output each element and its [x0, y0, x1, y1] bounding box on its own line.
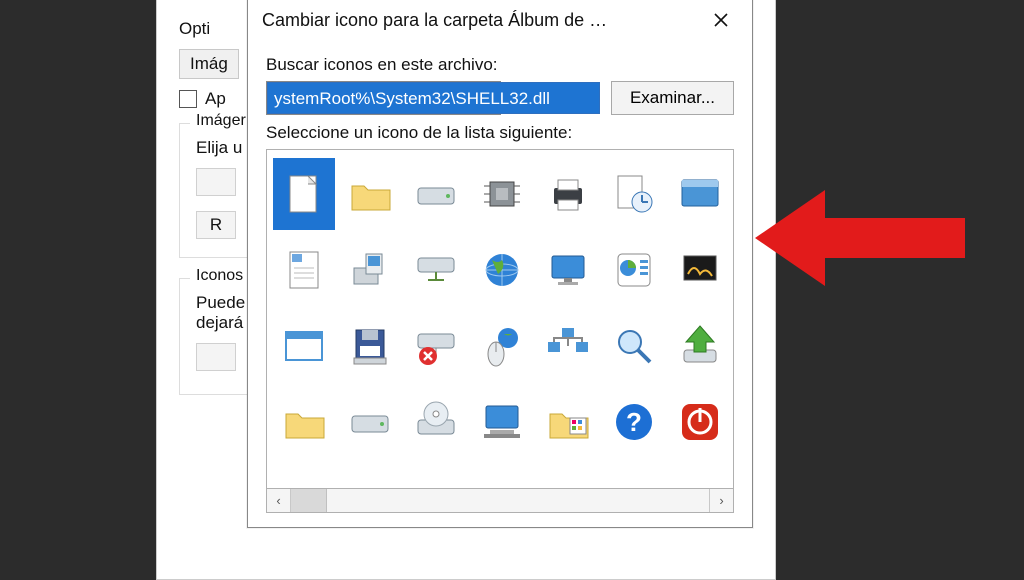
- netdrive-icon[interactable]: [405, 234, 467, 306]
- scroll-left-button[interactable]: ‹: [267, 489, 291, 512]
- floppy-icon[interactable]: [339, 310, 401, 382]
- images-dropdown[interactable]: Imág: [179, 49, 239, 79]
- computer-icon[interactable]: [471, 386, 533, 458]
- setup-icon[interactable]: [339, 234, 401, 306]
- icon-list-panel: [266, 149, 734, 489]
- power-icon[interactable]: [669, 386, 731, 458]
- scroll-right-button[interactable]: ›: [709, 489, 733, 512]
- netdrive-x-icon[interactable]: [405, 310, 467, 382]
- folder2-icon[interactable]: [273, 386, 335, 458]
- window-icon[interactable]: [669, 158, 731, 230]
- network-icon[interactable]: [537, 310, 599, 382]
- restore-button[interactable]: R: [196, 211, 236, 239]
- apply-checkbox[interactable]: [179, 90, 197, 108]
- search-file-label: Buscar iconos en este archivo:: [266, 55, 734, 75]
- search-icon[interactable]: [603, 310, 665, 382]
- optimize-label: Opti: [179, 19, 210, 39]
- document-icon[interactable]: [273, 234, 335, 306]
- folder-apps-icon[interactable]: [537, 386, 599, 458]
- ghost-button-1[interactable]: [196, 168, 236, 196]
- close-button[interactable]: [698, 5, 744, 35]
- screensaver-icon[interactable]: [669, 234, 731, 306]
- chart-icon[interactable]: [603, 234, 665, 306]
- browse-button[interactable]: Examinar...: [611, 81, 734, 115]
- recent-file-icon[interactable]: [603, 158, 665, 230]
- images-section-title: Imáger: [190, 112, 252, 130]
- annotation-arrow-icon: [755, 178, 965, 298]
- icons-section-title: Iconos: [190, 267, 249, 285]
- help-icon[interactable]: [603, 386, 665, 458]
- select-icon-label: Seleccione un icono de la lista siguient…: [266, 123, 734, 143]
- change-icon-dialog: Cambiar icono para la carpeta Álbum de ……: [247, 0, 753, 528]
- chip-icon[interactable]: [471, 158, 533, 230]
- arrow-up-icon[interactable]: [669, 310, 731, 382]
- cd-drive-icon[interactable]: [405, 386, 467, 458]
- folder-icon[interactable]: [339, 158, 401, 230]
- monitor-icon[interactable]: [537, 234, 599, 306]
- scroll-thumb[interactable]: [291, 489, 327, 512]
- app-window-icon[interactable]: [273, 310, 335, 382]
- dialog-title: Cambiar icono para la carpeta Álbum de …: [262, 10, 607, 31]
- drive-icon[interactable]: [405, 158, 467, 230]
- mouse-globe-icon[interactable]: [471, 310, 533, 382]
- icon-path-input[interactable]: ystemRoot%\System32\SHELL32.dll: [266, 81, 601, 115]
- icon-scrollbar[interactable]: ‹ ›: [266, 489, 734, 513]
- drive2-icon[interactable]: [339, 386, 401, 458]
- globe-icon[interactable]: [471, 234, 533, 306]
- printer-icon[interactable]: [537, 158, 599, 230]
- ghost-button-2[interactable]: [196, 343, 236, 371]
- file-icon[interactable]: [273, 158, 335, 230]
- apply-label: Ap: [205, 89, 226, 109]
